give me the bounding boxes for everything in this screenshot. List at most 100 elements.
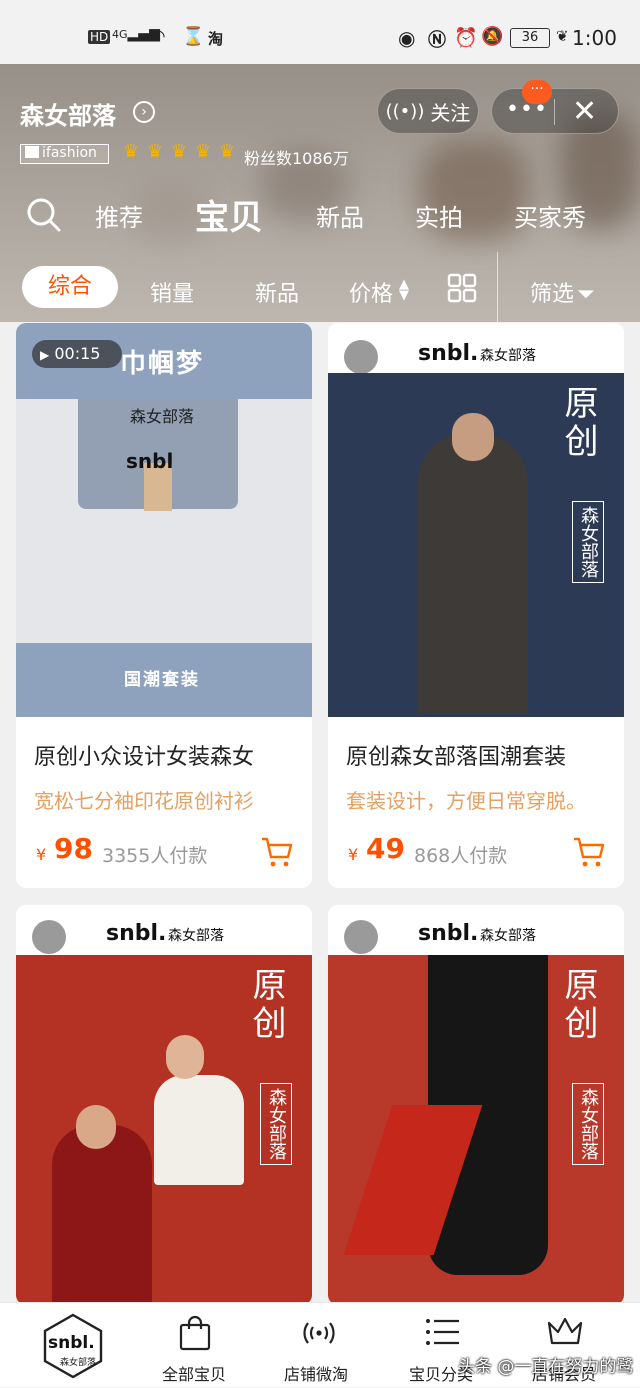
capsule-divider [554,99,555,125]
status-bar: HD 4G▂▄▆ ◠ ⌛ 淘 ◉ Ⓝ ⏰ 🔕 36 ❦ 1:00 [0,0,640,64]
cart-icon[interactable] [260,835,294,869]
shop-name[interactable]: 森女部落 [20,96,116,131]
funnel-icon: ⏷ [577,282,595,307]
shop-home-logo[interactable]: snbl. 森女部落 [42,1313,104,1379]
product-card[interactable]: snbl. 森女部落 原创 森女部落 原创森女部落国潮套装 套装设计，方便日常穿… [328,323,624,888]
banner-top-text: 巾帼梦 [120,349,205,379]
filter-comprehensive[interactable]: 综合 [22,266,118,308]
poster-title: 原创 [558,967,598,1043]
poster-brand: 森女部落 [260,1083,292,1165]
product-card[interactable]: 森女部落 snbl ▶ 00:15 巾帼梦 国潮套装 原创小众设计女装森女 宽松… [16,323,312,888]
product-photo[interactable]: 原创 森女部落 [328,955,624,1305]
follow-button[interactable]: ((•)) 关注 [377,88,479,134]
ifashion-badge: ifashion [20,144,109,164]
leaf-icon: ❦ [556,27,569,45]
model-figure [154,1075,244,1185]
product-subtitle: 宽松七分袖印花原创衬衫 [34,789,254,813]
model-figure [52,1125,152,1305]
mute-icon: 🔕 [481,26,504,47]
brand-logo: snbl. [418,341,479,366]
grid-view-icon[interactable] [447,273,477,303]
play-icon: ▶ [40,348,50,362]
filter-screen[interactable]: 筛选 ⏷ [530,276,595,308]
banner-bottom-text: 国潮套装 [124,670,200,690]
currency: ¥ [348,845,359,864]
heart-icon [25,146,39,158]
crown-icon: ♛ [146,141,164,162]
crown-icon: ♛ [170,141,188,162]
broadcast-icon: ((•)) [385,100,425,122]
status-time: 1:00 [572,26,617,50]
video-play-icon [32,920,66,954]
shopping-bag-icon [179,1315,211,1351]
watermark: 头条 @一直在努力的鹭 [458,1357,634,1377]
video-play-icon [344,920,378,954]
poster-brand: 森女部落 [572,501,604,583]
network-type: 4G [112,28,128,41]
brand-logo: snbl. [418,921,479,946]
eye-icon: ◉ [398,26,416,50]
cart-icon[interactable] [572,835,606,869]
nav-logo-sub: 森女部落 [60,1358,97,1368]
currency: ¥ [36,845,47,864]
poster-brand: 森女部落 [572,1083,604,1165]
hourglass-icon: ⌛ [182,26,205,47]
model-face [76,1105,116,1149]
hd-icon: HD [88,30,111,44]
close-icon[interactable]: ✕ [572,94,597,129]
crown-icon: ♛ [122,141,140,162]
nfc-icon: Ⓝ [428,30,446,51]
brand-text: 森女部落 [168,928,224,944]
product-subtitle: 套装设计，方便日常穿脱。 [346,789,586,813]
filter-divider [497,252,498,322]
wifi-icon: ◠ [150,26,166,47]
nav-shop-feed[interactable]: 店铺微淘 [270,1303,370,1388]
poster-title: 原创 [558,385,598,461]
list-icon [426,1319,459,1345]
tab-new[interactable]: 新品 [316,198,364,233]
filter-new[interactable]: 新品 [255,276,299,308]
tab-items[interactable]: 宝贝 [195,190,263,239]
chevron-right-icon[interactable]: › [133,101,155,123]
product-photo[interactable]: 原创 森女部落 [16,955,312,1305]
filter-price-label: 价格 [349,282,394,307]
nav-label: 店铺微淘 [284,1365,349,1384]
broadcast-icon [303,1322,335,1344]
alarm-icon: ⏰ [454,27,478,49]
brand-logo: snbl. [106,921,167,946]
video-duration-badge: ▶ 00:15 [32,340,122,368]
poster-title: 原创 [246,967,286,1043]
product-image[interactable]: snbl. 森女部落 原创 森女部落 [328,323,624,717]
battery-icon: 36 [510,28,550,48]
product-card[interactable]: snbl. 森女部落 原创 森女部落 [328,905,624,1305]
notification-badge: ··· [522,80,552,104]
filter-price[interactable]: 价格 ▲ ▼ [349,276,409,308]
tab-real-shots[interactable]: 实拍 [415,198,463,233]
model-face [452,413,494,461]
mini-app-capsule: ••• ✕ [491,88,619,134]
product-sold-count: 3355人付款 [102,845,208,867]
tab-recommend[interactable]: 推荐 [95,198,143,233]
nav-all-items[interactable]: 全部宝贝 [150,1303,250,1388]
product-title[interactable]: 原创小众设计女装森女 [34,739,254,771]
nav-logo-text: snbl. [48,1333,95,1353]
product-card[interactable]: snbl. 森女部落 原创 森女部落 [16,905,312,1305]
crown-icon: ♛ [194,141,212,162]
nav-label: 全部宝贝 [162,1365,227,1384]
search-icon[interactable] [26,197,62,233]
sort-arrows-icon: ▲ ▼ [399,277,410,303]
package-logo: snbl [126,449,174,473]
brand-text: 森女部落 [480,348,536,364]
model-figure [418,433,528,713]
crown-icon [547,1317,583,1345]
filter-sales[interactable]: 销量 [150,276,194,308]
video-duration: 00:15 [54,344,101,363]
follow-label: 关注 [430,100,471,125]
package-brand: 森女部落 [130,407,195,426]
taobao-icon: 淘 [208,30,224,48]
ifashion-label: ifashion [42,145,97,161]
product-image[interactable]: 森女部落 snbl ▶ 00:15 巾帼梦 国潮套装 [16,323,312,717]
filter-screen-label: 筛选 [530,282,575,307]
tab-buyer-show[interactable]: 买家秀 [514,198,586,233]
product-title[interactable]: 原创森女部落国潮套装 [346,739,566,771]
